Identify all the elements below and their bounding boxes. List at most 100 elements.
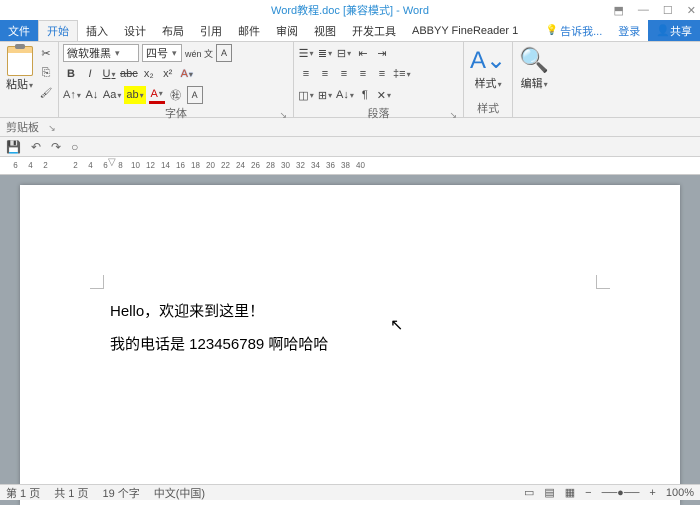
font-size-combo[interactable]: 四号 — [142, 44, 182, 62]
tab-insert[interactable]: 插入 — [78, 20, 116, 41]
editing-button[interactable]: 🔍 编辑 — [517, 44, 551, 93]
text-effects-button[interactable]: A — [179, 65, 195, 83]
decrease-indent-button[interactable]: ⇤ — [355, 44, 371, 62]
paragraph-line[interactable]: 我的电话是 123456789 啊哈哈哈 — [110, 328, 590, 361]
align-center-button[interactable]: ≡ — [317, 65, 333, 83]
ribbon-tabs: 文件 开始 插入 设计 布局 引用 邮件 审阅 视图 开发工具 ABBYY Fi… — [0, 20, 700, 42]
numbering-button[interactable]: ≣ — [317, 44, 333, 62]
tab-devtools[interactable]: 开发工具 — [344, 20, 404, 41]
tab-layout[interactable]: 布局 — [154, 20, 192, 41]
ruler-tick: 26 — [248, 161, 263, 170]
paragraph-line[interactable]: Hello，欢迎来到这里！ — [110, 295, 590, 328]
title-bar: Word教程.doc [兼容模式] - Word ⬒ — ☐ ✕ — [0, 0, 700, 20]
view-print-icon[interactable]: ▤ — [544, 486, 554, 499]
zoom-slider[interactable]: ──●── — [602, 487, 640, 499]
subscript-button[interactable]: x₂ — [141, 65, 157, 83]
group-paragraph: ☰ ≣ ⊟ ⇤ ⇥ ≡ ≡ ≡ ≡ ≡ ‡≡ ◫ ⊞ A↓ ¶ ✕ 段落 — [294, 42, 464, 117]
share-button[interactable]: 👤 共享 — [648, 20, 700, 41]
ruler-tick: 30 — [278, 161, 293, 170]
font-name-combo[interactable]: 微软雅黑 — [63, 44, 139, 62]
tab-file[interactable]: 文件 — [0, 20, 38, 41]
line-spacing-button[interactable]: ‡≡ — [393, 65, 411, 83]
status-pages[interactable]: 共 1 页 — [54, 485, 88, 501]
login-link[interactable]: 登录 — [610, 20, 648, 41]
zoom-out-button[interactable]: − — [585, 487, 591, 499]
align-distribute-button[interactable]: ≡ — [374, 65, 390, 83]
bullets-button[interactable]: ☰ — [298, 44, 314, 62]
tab-home[interactable]: 开始 — [38, 20, 78, 41]
ruler-tick: 16 — [173, 161, 188, 170]
align-justify-button[interactable]: ≡ — [355, 65, 371, 83]
document-body[interactable]: Hello，欢迎来到这里！ 我的电话是 123456789 啊哈哈哈 — [110, 295, 590, 361]
tellme-search[interactable]: 告诉我... — [538, 20, 611, 41]
borders-button[interactable]: ⊞ — [317, 86, 333, 104]
status-wordcount[interactable]: 19 个字 — [102, 485, 139, 501]
ribbon-options-icon[interactable]: ⬒ — [614, 4, 624, 17]
status-language[interactable]: 中文(中国) — [154, 485, 205, 501]
tab-view[interactable]: 视图 — [306, 20, 344, 41]
font-color-button[interactable]: A — [149, 86, 165, 104]
view-web-icon[interactable]: ▦ — [565, 486, 575, 499]
format-painter-button[interactable] — [38, 84, 54, 102]
ruler-tick: 32 — [293, 161, 308, 170]
group-font: 微软雅黑 四号 wén 文 A B I U abc x₂ x² A A↑ A↓ … — [59, 42, 294, 117]
highlight-button[interactable]: ab — [124, 86, 145, 104]
ruler-tick: 22 — [218, 161, 233, 170]
align-left-button[interactable]: ≡ — [298, 65, 314, 83]
font-dialog-launcher-icon[interactable]: ↘ — [279, 110, 287, 121]
cut-button[interactable] — [38, 44, 54, 62]
group-styles: A⌄ 样式 样式 — [464, 42, 513, 117]
grow-font-button[interactable]: A↑ — [63, 86, 81, 104]
multilevel-button[interactable]: ⊟ — [336, 44, 352, 62]
zoom-in-button[interactable]: + — [649, 487, 655, 499]
ruler-tick: 38 — [338, 161, 353, 170]
shrink-font-button[interactable]: A↓ — [84, 86, 100, 104]
document-page[interactable]: Hello，欢迎来到这里！ 我的电话是 123456789 啊哈哈哈 ↖ — [20, 185, 680, 505]
qat-redo-button[interactable]: ↷ — [51, 140, 61, 154]
paragraph-dialog-launcher-icon[interactable]: ↘ — [449, 110, 457, 121]
char-border-button[interactable]: A — [216, 44, 232, 62]
status-page[interactable]: 第 1 页 — [6, 485, 40, 501]
strikethrough-button[interactable]: abc — [120, 65, 138, 83]
maximize-icon[interactable]: ☐ — [663, 4, 673, 17]
bold-button[interactable]: B — [63, 65, 79, 83]
underline-button[interactable]: U — [101, 65, 117, 83]
margin-corner-icon — [596, 275, 610, 289]
indent-marker-icon[interactable]: ▽ — [108, 157, 116, 168]
increase-indent-button[interactable]: ⇥ — [374, 44, 390, 62]
shading-button[interactable]: ◫ — [298, 86, 314, 104]
tab-mailings[interactable]: 邮件 — [230, 20, 268, 41]
minimize-icon[interactable]: — — [638, 4, 649, 17]
italic-button[interactable]: I — [82, 65, 98, 83]
enclosed-char-button[interactable]: ㊓ — [168, 86, 184, 104]
paste-label: 粘贴 — [6, 76, 33, 92]
ruler-tick: 20 — [203, 161, 218, 170]
char-shading-button[interactable]: A — [187, 86, 203, 104]
horizontal-ruler[interactable]: ▽ 64224681012141618202224262830323436384… — [0, 157, 700, 175]
paste-button[interactable]: 粘贴 — [4, 44, 35, 94]
qat-save-button[interactable]: 💾 — [6, 140, 21, 154]
qat-more-button[interactable]: ○ — [71, 140, 78, 154]
align-right-button[interactable]: ≡ — [336, 65, 352, 83]
styles-button[interactable]: A⌄ 样式 — [468, 44, 508, 93]
styles-icon: A⌄ — [470, 46, 506, 75]
tab-design[interactable]: 设计 — [116, 20, 154, 41]
ruler-tick: 4 — [23, 161, 38, 170]
show-marks-button[interactable]: ¶ — [357, 86, 373, 104]
tab-references[interactable]: 引用 — [192, 20, 230, 41]
find-icon: 🔍 — [519, 46, 549, 75]
change-case-button[interactable]: Aa — [103, 86, 121, 104]
asian-layout-button[interactable]: ✕ — [376, 86, 392, 104]
copy-button[interactable]: ⎘ — [38, 64, 54, 82]
zoom-level[interactable]: 100% — [666, 487, 694, 499]
tab-finereader[interactable]: ABBYY FineReader 1 — [404, 20, 526, 41]
superscript-button[interactable]: x² — [160, 65, 176, 83]
qat-undo-button[interactable]: ↶ — [31, 140, 41, 154]
document-viewport: Hello，欢迎来到这里！ 我的电话是 123456789 啊哈哈哈 ↖ — [0, 175, 700, 505]
phonetic-guide-button[interactable]: wén 文 — [185, 44, 213, 62]
close-icon[interactable]: ✕ — [687, 4, 696, 17]
sort-button[interactable]: A↓ — [336, 86, 354, 104]
tab-review[interactable]: 审阅 — [268, 20, 306, 41]
ruler-tick: 40 — [353, 161, 368, 170]
view-read-icon[interactable]: ▭ — [524, 486, 534, 499]
